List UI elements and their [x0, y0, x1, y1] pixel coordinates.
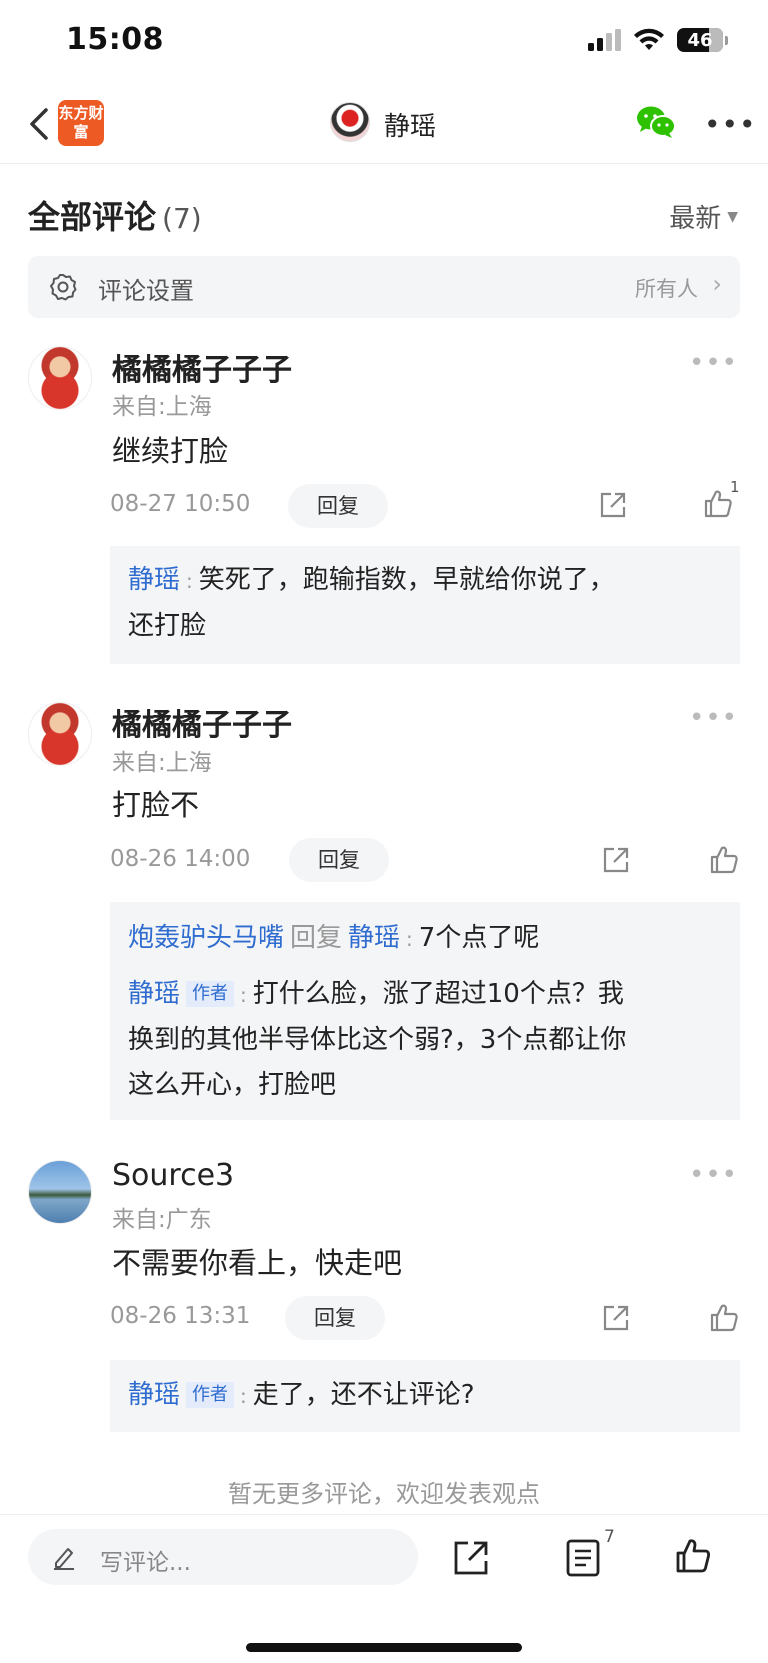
comment-content: 打脸不	[112, 788, 200, 822]
share-icon[interactable]	[601, 1303, 631, 1333]
pen-icon	[54, 1548, 74, 1570]
thumbs-up-icon[interactable]	[674, 1537, 712, 1575]
share-icon[interactable]	[452, 1539, 490, 1577]
reply-thread[interactable]: 静瑶: 笑死了，跑输指数，早就给你说了， 还打脸	[110, 546, 740, 664]
comment-content: 不需要你看上，快走吧	[112, 1246, 403, 1280]
comment-more-icon[interactable]: •••	[689, 1160, 738, 1190]
comment-location: 来自:广东	[112, 1207, 212, 1233]
comments-title-text: 全部评论	[28, 198, 157, 236]
reply-author[interactable]: 炮轰驴头马嘴	[128, 923, 284, 953]
comments-list-icon[interactable]	[566, 1539, 600, 1577]
sort-dropdown[interactable]: 最新 ▼	[669, 198, 738, 235]
reply-author[interactable]: 静瑶	[128, 979, 180, 1009]
reply-word: 回复	[290, 923, 343, 953]
comment-content: 继续打脸	[112, 434, 229, 468]
share-icon[interactable]	[598, 490, 628, 520]
reply-line: 还打脸	[110, 604, 740, 649]
chevron-right-icon: ›	[712, 270, 722, 298]
share-icon[interactable]	[601, 845, 631, 875]
reply-text: 换到的其他半导体比这个弱?，3个点都让你	[128, 1025, 627, 1055]
comments-count-badge: 7	[604, 1527, 615, 1547]
reply-text: 7个点了呢	[418, 923, 540, 953]
author-badge: 作者	[186, 981, 235, 1007]
sort-label: 最新	[669, 204, 722, 234]
comment-timestamp: 08-27 10:50	[110, 491, 251, 517]
reply-line: 静瑶: 笑死了，跑输指数，早就给你说了，	[128, 565, 615, 595]
settings-label: 评论设置	[98, 277, 194, 305]
avatar[interactable]	[28, 702, 92, 766]
comments-title: 全部评论 (7)	[28, 192, 202, 238]
reply-author[interactable]: 静瑶	[128, 1380, 180, 1410]
battery-icon: 46	[677, 28, 723, 52]
comment-location: 来自:上海	[112, 750, 212, 776]
reply-author[interactable]: 静瑶	[128, 565, 180, 595]
reply-button[interactable]: 回复	[285, 1296, 385, 1340]
comment-timestamp: 08-26 14:00	[110, 846, 251, 872]
status-bar: 15:08 46	[0, 0, 768, 84]
gear-icon	[50, 274, 77, 301]
avatar[interactable]	[28, 346, 92, 410]
like-count: 1	[730, 478, 740, 496]
reply-target[interactable]: 静瑶	[348, 923, 400, 953]
nav-bar: 东方财富 静瑶 •••	[0, 84, 768, 164]
author-badge: 作者	[186, 1382, 235, 1408]
caret-down-icon: ▼	[727, 208, 738, 225]
battery-level: 46	[687, 29, 713, 51]
more-options-icon[interactable]: •••	[704, 108, 757, 141]
comment-settings-row[interactable]: 评论设置 所有人 ›	[28, 256, 740, 318]
comment-username[interactable]: 橘橘橘子子子	[112, 345, 292, 389]
settings-value: 所有人	[635, 277, 698, 301]
comments-count: (7)	[162, 202, 202, 235]
reply-line: 静瑶 作者: 打什么脸，涨了超过10个点？我	[128, 979, 624, 1009]
reply-line: 炮轰驴头马嘴 回复 静瑶:7个点了呢	[128, 923, 540, 953]
reply-thread[interactable]: 静瑶 作者: 走了，还不让评论?	[110, 1360, 740, 1432]
comment-input-placeholder: 写评论...	[100, 1550, 191, 1576]
wechat-share-icon[interactable]	[636, 104, 676, 140]
status-time: 15:08	[66, 22, 164, 57]
thumbs-up-icon[interactable]	[708, 844, 740, 876]
thumbs-up-icon[interactable]	[708, 1302, 740, 1334]
author-avatar[interactable]	[330, 102, 370, 142]
cellular-signal-icon	[588, 29, 621, 51]
comment-location: 来自:上海	[112, 394, 212, 420]
reply-line: 静瑶 作者: 走了，还不让评论?	[128, 1380, 475, 1410]
status-icons: 46	[587, 28, 728, 52]
reply-line: 这么开心，打脸吧	[110, 1063, 740, 1108]
reply-line: 换到的其他半导体比这个弱?，3个点都让你	[110, 1018, 740, 1063]
app-logo[interactable]: 东方财富	[58, 100, 104, 146]
reply-text: 走了，还不让评论?	[252, 1380, 475, 1410]
battery-tip	[725, 35, 728, 45]
bottom-bar: 写评论... 7	[0, 1514, 768, 1663]
end-of-comments-text: 暂无更多评论，欢迎发表观点	[228, 1480, 540, 1508]
reply-button[interactable]: 回复	[288, 484, 388, 528]
page-title[interactable]: 静瑶	[384, 106, 436, 143]
avatar[interactable]	[28, 1160, 92, 1224]
home-indicator	[246, 1643, 522, 1652]
reply-text: 这么开心，打脸吧	[128, 1070, 337, 1100]
write-comment-input[interactable]: 写评论...	[28, 1529, 418, 1585]
reply-thread[interactable]: 炮轰驴头马嘴 回复 静瑶:7个点了呢 静瑶 作者: 打什么脸，涨了超过10个点？我 换到…	[110, 902, 740, 1120]
comment-timestamp: 08-26 13:31	[110, 1303, 251, 1329]
comment-more-icon[interactable]: •••	[689, 703, 738, 733]
comment-more-icon[interactable]: •••	[689, 348, 738, 378]
reply-text: 打什么脸，涨了超过10个点？我	[252, 979, 624, 1009]
wifi-icon	[634, 28, 664, 50]
back-arrow-icon[interactable]	[24, 104, 54, 144]
reply-button[interactable]: 回复	[289, 838, 389, 882]
reply-text: 还打脸	[128, 611, 207, 641]
reply-text: 笑死了，跑输指数，早就给你说了，	[198, 565, 615, 595]
comment-username[interactable]: Source3	[112, 1158, 234, 1193]
comment-username[interactable]: 橘橘橘子子子	[112, 700, 292, 744]
